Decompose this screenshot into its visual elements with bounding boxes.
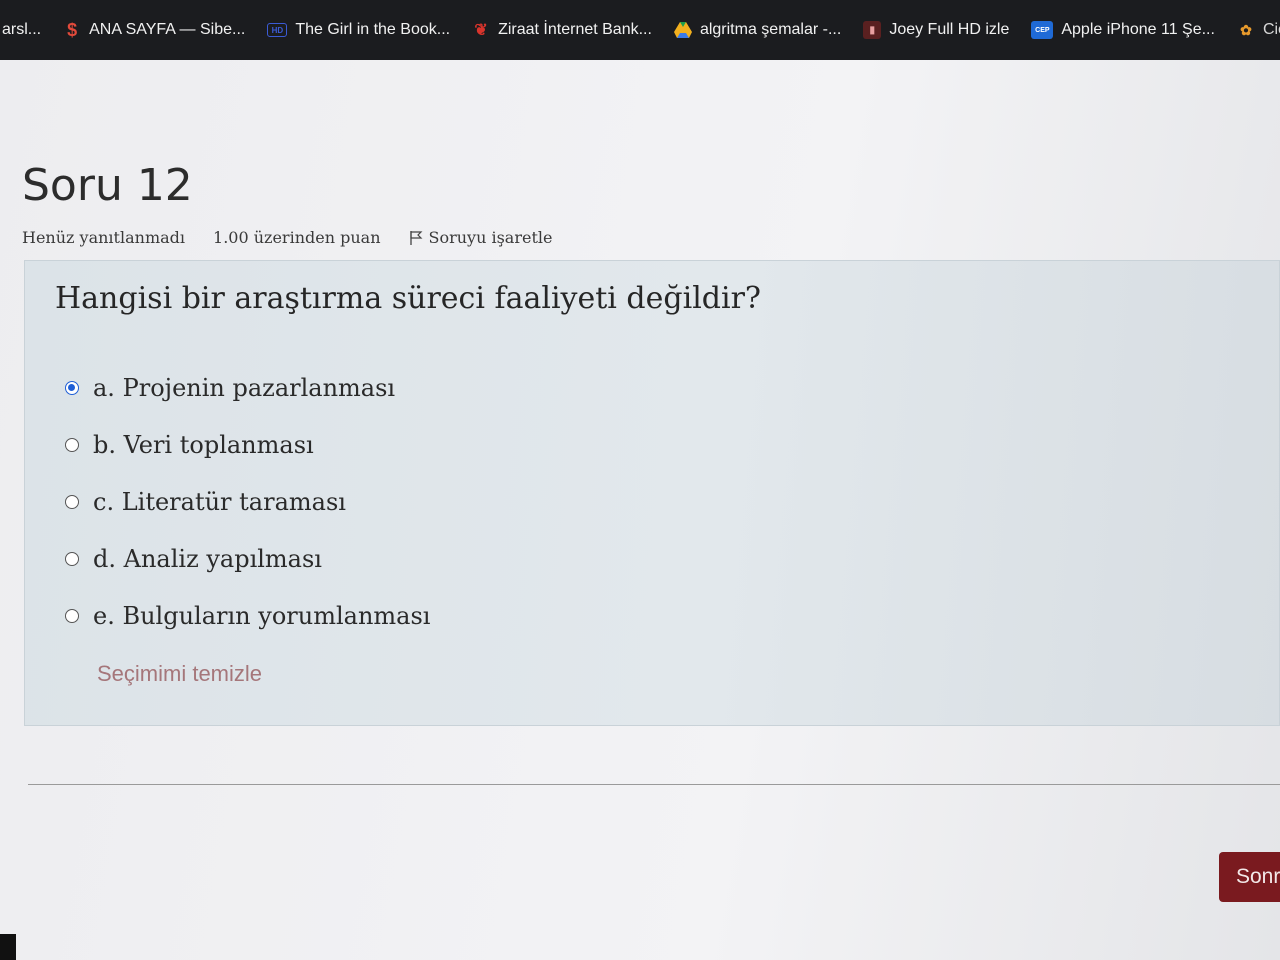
answer-status: Henüz yanıtlanmadı	[22, 228, 186, 247]
bookmark-label: Joey Full HD izle	[889, 21, 1010, 38]
s-logo-icon: $	[67, 19, 78, 40]
screen-edge	[0, 934, 16, 960]
bookmark-label: Apple iPhone 11 Şe...	[1061, 21, 1215, 38]
question-text: Hangisi bir araştırma süreci faaliyeti d…	[55, 281, 762, 316]
bookmark-algritma[interactable]: algritma şemalar -...	[662, 10, 851, 50]
bookmark-cicek[interactable]: ✿ Cicek Si	[1225, 10, 1280, 50]
wheat-icon: ❦	[474, 22, 488, 39]
radio-button[interactable]	[65, 495, 79, 509]
question-box: Hangisi bir araştırma süreci faaliyeti d…	[24, 260, 1280, 726]
radio-button[interactable]	[65, 438, 79, 452]
bookmark-label: Cicek Si	[1262, 21, 1280, 38]
radio-button[interactable]	[65, 552, 79, 566]
option-d[interactable]: d. Analiz yapılması	[65, 545, 322, 573]
quiz-page: Soru 12 Henüz yanıtlanmadı 1.00 üzerinde…	[0, 60, 1280, 960]
next-page-button[interactable]: Sonr	[1219, 852, 1280, 902]
option-label: d. Analiz yapılması	[93, 545, 322, 573]
bookmarks-bar: arsl... $ ANA SAYFA — Sibe... HD The Gir…	[0, 0, 1280, 60]
divider	[28, 784, 1280, 785]
option-e[interactable]: e. Bulguların yorumlanması	[65, 602, 430, 630]
option-label: a. Projenin pazarlanması	[93, 374, 396, 402]
option-label: c. Literatür taraması	[93, 488, 346, 516]
flag-question-label: Soruyu işaretle	[428, 228, 553, 247]
option-c[interactable]: c. Literatür taraması	[65, 488, 346, 516]
bookmark-label: arsl...	[2, 21, 42, 38]
question-points: 1.00 üzerinden puan	[213, 228, 381, 247]
flag-icon	[409, 230, 422, 245]
bookmark-label: algritma şemalar -...	[699, 21, 842, 38]
bookmark-joey[interactable]: ▮ Joey Full HD izle	[851, 10, 1019, 50]
hd-icon: HD	[267, 23, 288, 37]
option-label: e. Bulguların yorumlanması	[93, 602, 431, 630]
option-label: b. Veri toplanması	[93, 431, 314, 459]
question-meta: Henüz yanıtlanmadı 1.00 üzerinden puan S…	[22, 228, 608, 247]
cep-icon: CEP	[1031, 21, 1054, 39]
question-number-title: Soru 12	[22, 160, 193, 211]
bookmark-ana-sayfa[interactable]: $ ANA SAYFA — Sibe...	[51, 10, 255, 50]
bookmark-arsl[interactable]: arsl...	[0, 10, 51, 50]
film-icon: ▮	[863, 21, 882, 39]
option-a[interactable]: a. Projenin pazarlanması	[65, 374, 395, 402]
bookmark-label: The Girl in the Book...	[295, 21, 451, 38]
bookmark-girl-in-the-book[interactable]: HD The Girl in the Book...	[255, 10, 460, 50]
bookmark-ziraat[interactable]: ❦ Ziraat İnternet Bank...	[460, 10, 662, 50]
flag-question-button[interactable]: Soruyu işaretle	[409, 228, 581, 247]
radio-button[interactable]	[65, 609, 79, 623]
bookmark-apple-iphone[interactable]: CEP Apple iPhone 11 Şe...	[1019, 10, 1225, 50]
flower-icon: ✿	[1240, 21, 1252, 38]
option-b[interactable]: b. Veri toplanması	[65, 431, 314, 459]
google-drive-icon	[673, 21, 692, 39]
clear-choice-link[interactable]: Seçimimi temizle	[97, 661, 262, 687]
bookmark-label: Ziraat İnternet Bank...	[498, 21, 652, 38]
bookmark-label: ANA SAYFA — Sibe...	[89, 21, 246, 38]
radio-button-selected[interactable]	[65, 381, 79, 395]
